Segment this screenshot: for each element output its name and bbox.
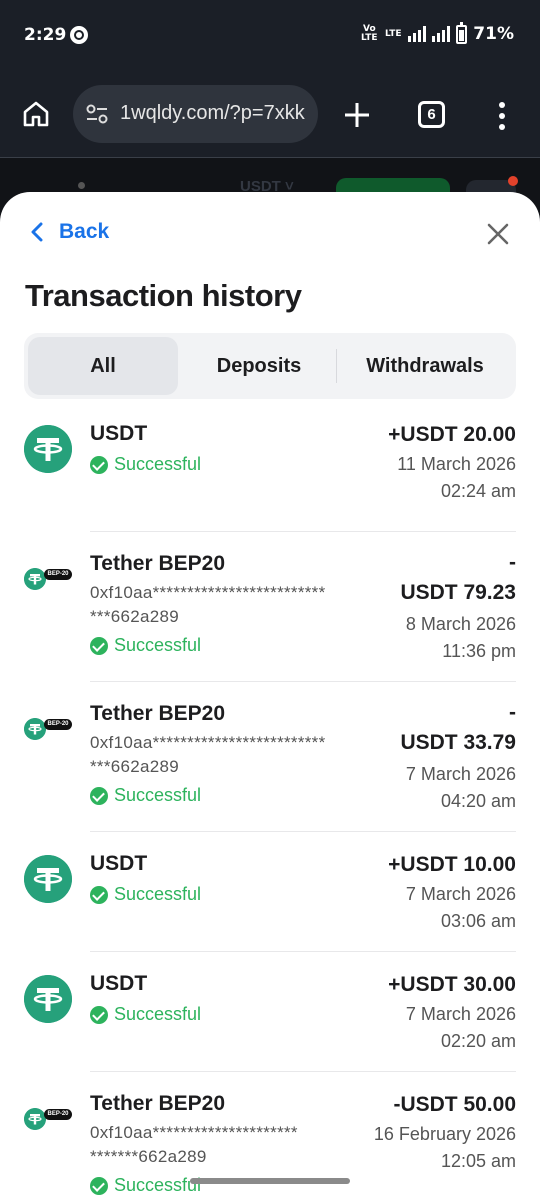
- check-circle-icon: [90, 636, 108, 655]
- bep20-badge: BEP-20: [44, 569, 72, 580]
- page-title: Transaction history: [25, 278, 302, 313]
- transaction-amount: +USDT 10.00: [388, 853, 516, 876]
- wallet-address: 0xf10aa************************* ***662a…: [90, 733, 326, 776]
- transaction-status: Successful: [90, 1004, 201, 1025]
- gesture-home-indicator[interactable]: [190, 1178, 350, 1184]
- status-icons: Vo LTE LTE 71%: [360, 21, 514, 44]
- transaction-status: Successful: [90, 884, 201, 905]
- wallet-address: 0xf10aa************************* ***662a…: [90, 583, 326, 626]
- signal-icon: [408, 26, 427, 42]
- lte-icon: LTE: [385, 28, 402, 39]
- tab-deposits[interactable]: Deposits: [182, 337, 336, 395]
- transaction-date: 11 March 2026: [397, 454, 516, 474]
- transaction-name: Tether BEP20: [90, 552, 225, 575]
- transaction-name: Tether BEP20: [90, 702, 225, 725]
- usdt-coin-icon: [24, 975, 72, 1023]
- transaction-date: 7 March 2026: [405, 1004, 516, 1024]
- bep20-badge: BEP-20: [44, 1109, 72, 1120]
- tab-withdrawals[interactable]: Withdrawals: [338, 337, 512, 395]
- volte-icon: Vo LTE: [361, 24, 378, 43]
- chevron-left-icon: [31, 222, 43, 242]
- back-label: Back: [59, 220, 110, 243]
- transaction-row[interactable]: USDT Successful +USDT 10.00 7 March 2026…: [24, 832, 516, 952]
- transaction-status: Successful: [90, 1175, 201, 1196]
- usdt-coin-icon: [24, 855, 72, 903]
- signal-2-icon: [432, 26, 451, 42]
- close-icon[interactable]: [486, 222, 510, 246]
- transaction-time: 02:24 am: [440, 481, 516, 501]
- status-label: Successful: [114, 785, 202, 805]
- transaction-time: 11:36 pm: [442, 641, 516, 661]
- transaction-history-sheet: Back Transaction history All Deposits Wi…: [0, 192, 540, 1200]
- transaction-name: USDT: [90, 422, 148, 445]
- transaction-date: 7 March 2026: [405, 884, 516, 904]
- background-dot: [78, 182, 85, 189]
- more-menu-icon[interactable]: [499, 102, 507, 130]
- new-tab-icon[interactable]: [344, 102, 370, 128]
- transaction-date: 8 March 2026: [405, 614, 516, 634]
- status-label: Successful: [114, 635, 202, 655]
- battery-percent: 71%: [473, 24, 514, 44]
- transaction-row[interactable]: BEP-20 Tether BEP20 0xf10aa*************…: [24, 532, 516, 682]
- status-label: Successful: [114, 454, 202, 474]
- status-label: Successful: [114, 1175, 202, 1195]
- back-button[interactable]: Back: [30, 220, 109, 244]
- transaction-time: 02:20 am: [440, 1031, 516, 1051]
- transaction-time: 12:05 am: [440, 1151, 516, 1171]
- tab-divider: [336, 349, 337, 383]
- transaction-amount: - USDT 79.23: [400, 551, 516, 604]
- check-circle-icon: [90, 885, 108, 904]
- transaction-row[interactable]: USDT Successful +USDT 20.00 11 March 202…: [24, 402, 516, 532]
- filter-tabs: All Deposits Withdrawals: [24, 333, 516, 399]
- transaction-name: USDT: [90, 852, 148, 875]
- transaction-date: 7 March 2026: [405, 764, 516, 784]
- address-bar[interactable]: 1wqldy.com/?p=7xkk: [73, 85, 318, 143]
- transaction-row[interactable]: BEP-20 Tether BEP20 0xf10aa*************…: [24, 682, 516, 832]
- status-bar: 2:29 Vo LTE LTE 71%: [0, 0, 540, 72]
- wallet-address: 0xf10aa********************* *******662a…: [90, 1123, 298, 1166]
- transaction-amount: +USDT 20.00: [388, 423, 516, 446]
- status-time: 2:29: [24, 25, 67, 45]
- transaction-time: 04:20 am: [440, 791, 516, 811]
- transaction-amount: -USDT 50.00: [393, 1093, 516, 1116]
- home-icon[interactable]: [22, 100, 50, 128]
- tether-coin-icon: [24, 568, 46, 590]
- transaction-date: 16 February 2026: [373, 1124, 516, 1144]
- bep20-badge: BEP-20: [44, 719, 72, 730]
- transaction-row[interactable]: USDT Successful +USDT 30.00 7 March 2026…: [24, 952, 516, 1072]
- tether-coin-icon: [24, 1108, 46, 1130]
- chrome-icon: [70, 26, 88, 44]
- transaction-status: Successful: [90, 785, 201, 806]
- transaction-amount: - USDT 33.79: [400, 701, 516, 754]
- check-circle-icon: [90, 786, 108, 805]
- transaction-amount: +USDT 30.00: [388, 973, 516, 996]
- transaction-time: 03:06 am: [440, 911, 516, 931]
- browser-toolbar: 1wqldy.com/?p=7xkk 6: [0, 72, 540, 158]
- notification-dot: [508, 176, 518, 186]
- check-circle-icon: [90, 1005, 108, 1024]
- transaction-list: USDT Successful +USDT 20.00 11 March 202…: [0, 402, 540, 1200]
- site-settings-icon[interactable]: [85, 104, 109, 124]
- check-circle-icon: [90, 1176, 108, 1195]
- check-circle-icon: [90, 455, 108, 474]
- transaction-status: Successful: [90, 635, 201, 656]
- tether-coin-icon: [24, 718, 46, 740]
- tab-switcher-button[interactable]: 6: [418, 101, 445, 128]
- transaction-name: USDT: [90, 972, 148, 995]
- usdt-coin-icon: [24, 425, 72, 473]
- battery-icon: [456, 21, 468, 44]
- tab-all[interactable]: All: [28, 337, 178, 395]
- status-label: Successful: [114, 1004, 202, 1024]
- transaction-status: Successful: [90, 454, 201, 475]
- url-text: 1wqldy.com/?p=7xkk: [120, 102, 305, 124]
- status-label: Successful: [114, 884, 202, 904]
- transaction-name: Tether BEP20: [90, 1092, 225, 1115]
